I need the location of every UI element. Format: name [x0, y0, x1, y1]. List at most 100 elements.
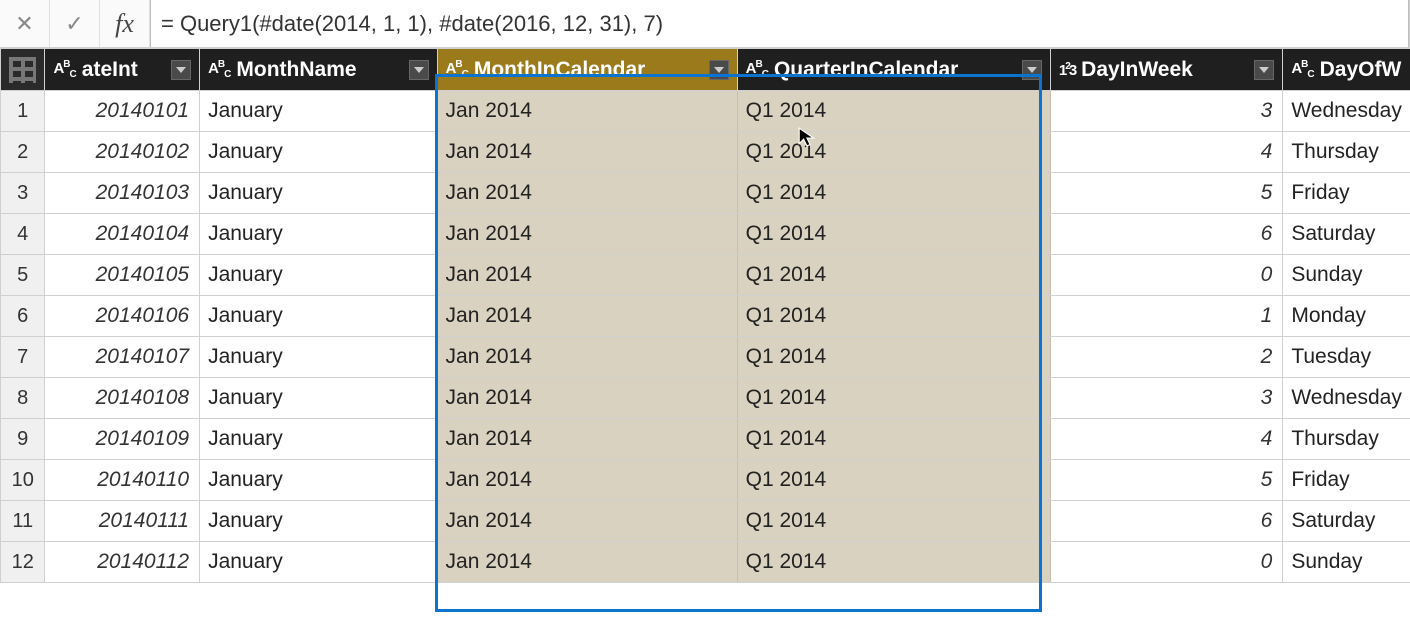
column-header-monthincalendar[interactable]: ABCMonthInCalendar — [437, 49, 737, 91]
cell-monthincalendar[interactable]: Jan 2014 — [437, 255, 737, 296]
cell-dayinweek[interactable]: 4 — [1050, 132, 1282, 173]
table-row[interactable]: 1220140112JanuaryJan 2014Q1 20140Sunday — [1, 542, 1410, 583]
confirm-button[interactable]: ✓ — [50, 0, 100, 47]
cell-dayinweek[interactable]: 5 — [1050, 173, 1282, 214]
cancel-button[interactable]: ✕ — [0, 0, 50, 47]
cell-dayinweek[interactable]: 2 — [1050, 337, 1282, 378]
cell-dateint[interactable]: 20140112 — [45, 542, 200, 583]
cell-quarterincalendar[interactable]: Q1 2014 — [737, 132, 1050, 173]
cell-dateint[interactable]: 20140106 — [45, 296, 200, 337]
cell-monthname[interactable]: January — [200, 173, 437, 214]
cell-dayinweek[interactable]: 0 — [1050, 255, 1282, 296]
formula-input[interactable]: = Query1(#date(2014, 1, 1), #date(2016, … — [150, 0, 1409, 47]
cell-dayinweek[interactable]: 0 — [1050, 542, 1282, 583]
cell-quarterincalendar[interactable]: Q1 2014 — [737, 419, 1050, 460]
cell-monthincalendar[interactable]: Jan 2014 — [437, 542, 737, 583]
cell-dateint[interactable]: 20140110 — [45, 460, 200, 501]
cell-quarterincalendar[interactable]: Q1 2014 — [737, 173, 1050, 214]
cell-monthincalendar[interactable]: Jan 2014 — [437, 337, 737, 378]
table-row[interactable]: 1120140111JanuaryJan 2014Q1 20146Saturda… — [1, 501, 1410, 542]
cell-monthincalendar[interactable]: Jan 2014 — [437, 419, 737, 460]
cell-monthname[interactable]: January — [200, 214, 437, 255]
table-row[interactable]: 920140109JanuaryJan 2014Q1 20144Thursday — [1, 419, 1410, 460]
row-number[interactable]: 4 — [1, 214, 45, 255]
cell-dateint[interactable]: 20140102 — [45, 132, 200, 173]
cell-monthincalendar[interactable]: Jan 2014 — [437, 378, 737, 419]
cell-monthname[interactable]: January — [200, 337, 437, 378]
cell-dayofw[interactable]: Sunday — [1283, 255, 1410, 296]
row-number[interactable]: 8 — [1, 378, 45, 419]
cell-dayofw[interactable]: Monday — [1283, 296, 1410, 337]
cell-monthname[interactable]: January — [200, 91, 437, 132]
cell-quarterincalendar[interactable]: Q1 2014 — [737, 214, 1050, 255]
table-row[interactable]: 520140105JanuaryJan 2014Q1 20140Sunday — [1, 255, 1410, 296]
cell-monthname[interactable]: January — [200, 542, 437, 583]
filter-dropdown-button[interactable] — [409, 60, 429, 80]
cell-dateint[interactable]: 20140109 — [45, 419, 200, 460]
cell-dateint[interactable]: 20140105 — [45, 255, 200, 296]
cell-dateint[interactable]: 20140101 — [45, 91, 200, 132]
cell-dayinweek[interactable]: 3 — [1050, 378, 1282, 419]
filter-dropdown-button[interactable] — [171, 60, 191, 80]
cell-dayofw[interactable]: Friday — [1283, 460, 1410, 501]
row-number[interactable]: 6 — [1, 296, 45, 337]
row-number[interactable]: 11 — [1, 501, 45, 542]
cell-monthincalendar[interactable]: Jan 2014 — [437, 91, 737, 132]
column-header-dayinweek[interactable]: 123DayInWeek — [1050, 49, 1282, 91]
table-row[interactable]: 720140107JanuaryJan 2014Q1 20142Tuesday — [1, 337, 1410, 378]
cell-dayinweek[interactable]: 1 — [1050, 296, 1282, 337]
cell-dateint[interactable]: 20140103 — [45, 173, 200, 214]
cell-dayofw[interactable]: Friday — [1283, 173, 1410, 214]
row-number[interactable]: 1 — [1, 91, 45, 132]
filter-dropdown-button[interactable] — [709, 60, 729, 80]
cell-dayofw[interactable]: Wednesday — [1283, 91, 1410, 132]
cell-dayofw[interactable]: Sunday — [1283, 542, 1410, 583]
cell-monthname[interactable]: January — [200, 501, 437, 542]
cell-monthname[interactable]: January — [200, 132, 437, 173]
cell-dateint[interactable]: 20140104 — [45, 214, 200, 255]
cell-quarterincalendar[interactable]: Q1 2014 — [737, 542, 1050, 583]
cell-monthname[interactable]: January — [200, 378, 437, 419]
column-header-dateint[interactable]: ABCateInt — [45, 49, 200, 91]
cell-dayinweek[interactable]: 4 — [1050, 419, 1282, 460]
cell-quarterincalendar[interactable]: Q1 2014 — [737, 501, 1050, 542]
cell-monthname[interactable]: January — [200, 296, 437, 337]
column-header-monthname[interactable]: ABCMonthName — [200, 49, 437, 91]
table-row[interactable]: 220140102JanuaryJan 2014Q1 20144Thursday — [1, 132, 1410, 173]
cell-dateint[interactable]: 20140107 — [45, 337, 200, 378]
cell-monthname[interactable]: January — [200, 255, 437, 296]
row-number[interactable]: 10 — [1, 460, 45, 501]
row-number[interactable]: 3 — [1, 173, 45, 214]
cell-dayofw[interactable]: Saturday — [1283, 214, 1410, 255]
cell-monthname[interactable]: January — [200, 419, 437, 460]
cell-dateint[interactable]: 20140108 — [45, 378, 200, 419]
cell-monthincalendar[interactable]: Jan 2014 — [437, 460, 737, 501]
cell-dayofw[interactable]: Tuesday — [1283, 337, 1410, 378]
cell-dayinweek[interactable]: 6 — [1050, 214, 1282, 255]
cell-dayinweek[interactable]: 6 — [1050, 501, 1282, 542]
cell-dayinweek[interactable]: 5 — [1050, 460, 1282, 501]
table-row[interactable]: 320140103JanuaryJan 2014Q1 20145Friday — [1, 173, 1410, 214]
row-number[interactable]: 9 — [1, 419, 45, 460]
cell-dayinweek[interactable]: 3 — [1050, 91, 1282, 132]
cell-quarterincalendar[interactable]: Q1 2014 — [737, 337, 1050, 378]
row-number[interactable]: 5 — [1, 255, 45, 296]
cell-monthname[interactable]: January — [200, 460, 437, 501]
cell-monthincalendar[interactable]: Jan 2014 — [437, 132, 737, 173]
select-all-button[interactable] — [1, 49, 45, 91]
table-row[interactable]: 120140101JanuaryJan 2014Q1 20143Wednesda… — [1, 91, 1410, 132]
table-row[interactable]: 420140104JanuaryJan 2014Q1 20146Saturday — [1, 214, 1410, 255]
cell-monthincalendar[interactable]: Jan 2014 — [437, 214, 737, 255]
table-row[interactable]: 820140108JanuaryJan 2014Q1 20143Wednesda… — [1, 378, 1410, 419]
table-row[interactable]: 1020140110JanuaryJan 2014Q1 20145Friday — [1, 460, 1410, 501]
column-header-dayofw[interactable]: ABCDayOfW — [1283, 49, 1410, 91]
fx-button[interactable]: fx — [100, 0, 150, 47]
filter-dropdown-button[interactable] — [1254, 60, 1274, 80]
cell-dayofw[interactable]: Thursday — [1283, 132, 1410, 173]
row-number[interactable]: 2 — [1, 132, 45, 173]
filter-dropdown-button[interactable] — [1022, 60, 1042, 80]
table-row[interactable]: 620140106JanuaryJan 2014Q1 20141Monday — [1, 296, 1410, 337]
cell-dateint[interactable]: 20140111 — [45, 501, 200, 542]
cell-monthincalendar[interactable]: Jan 2014 — [437, 501, 737, 542]
cell-monthincalendar[interactable]: Jan 2014 — [437, 173, 737, 214]
